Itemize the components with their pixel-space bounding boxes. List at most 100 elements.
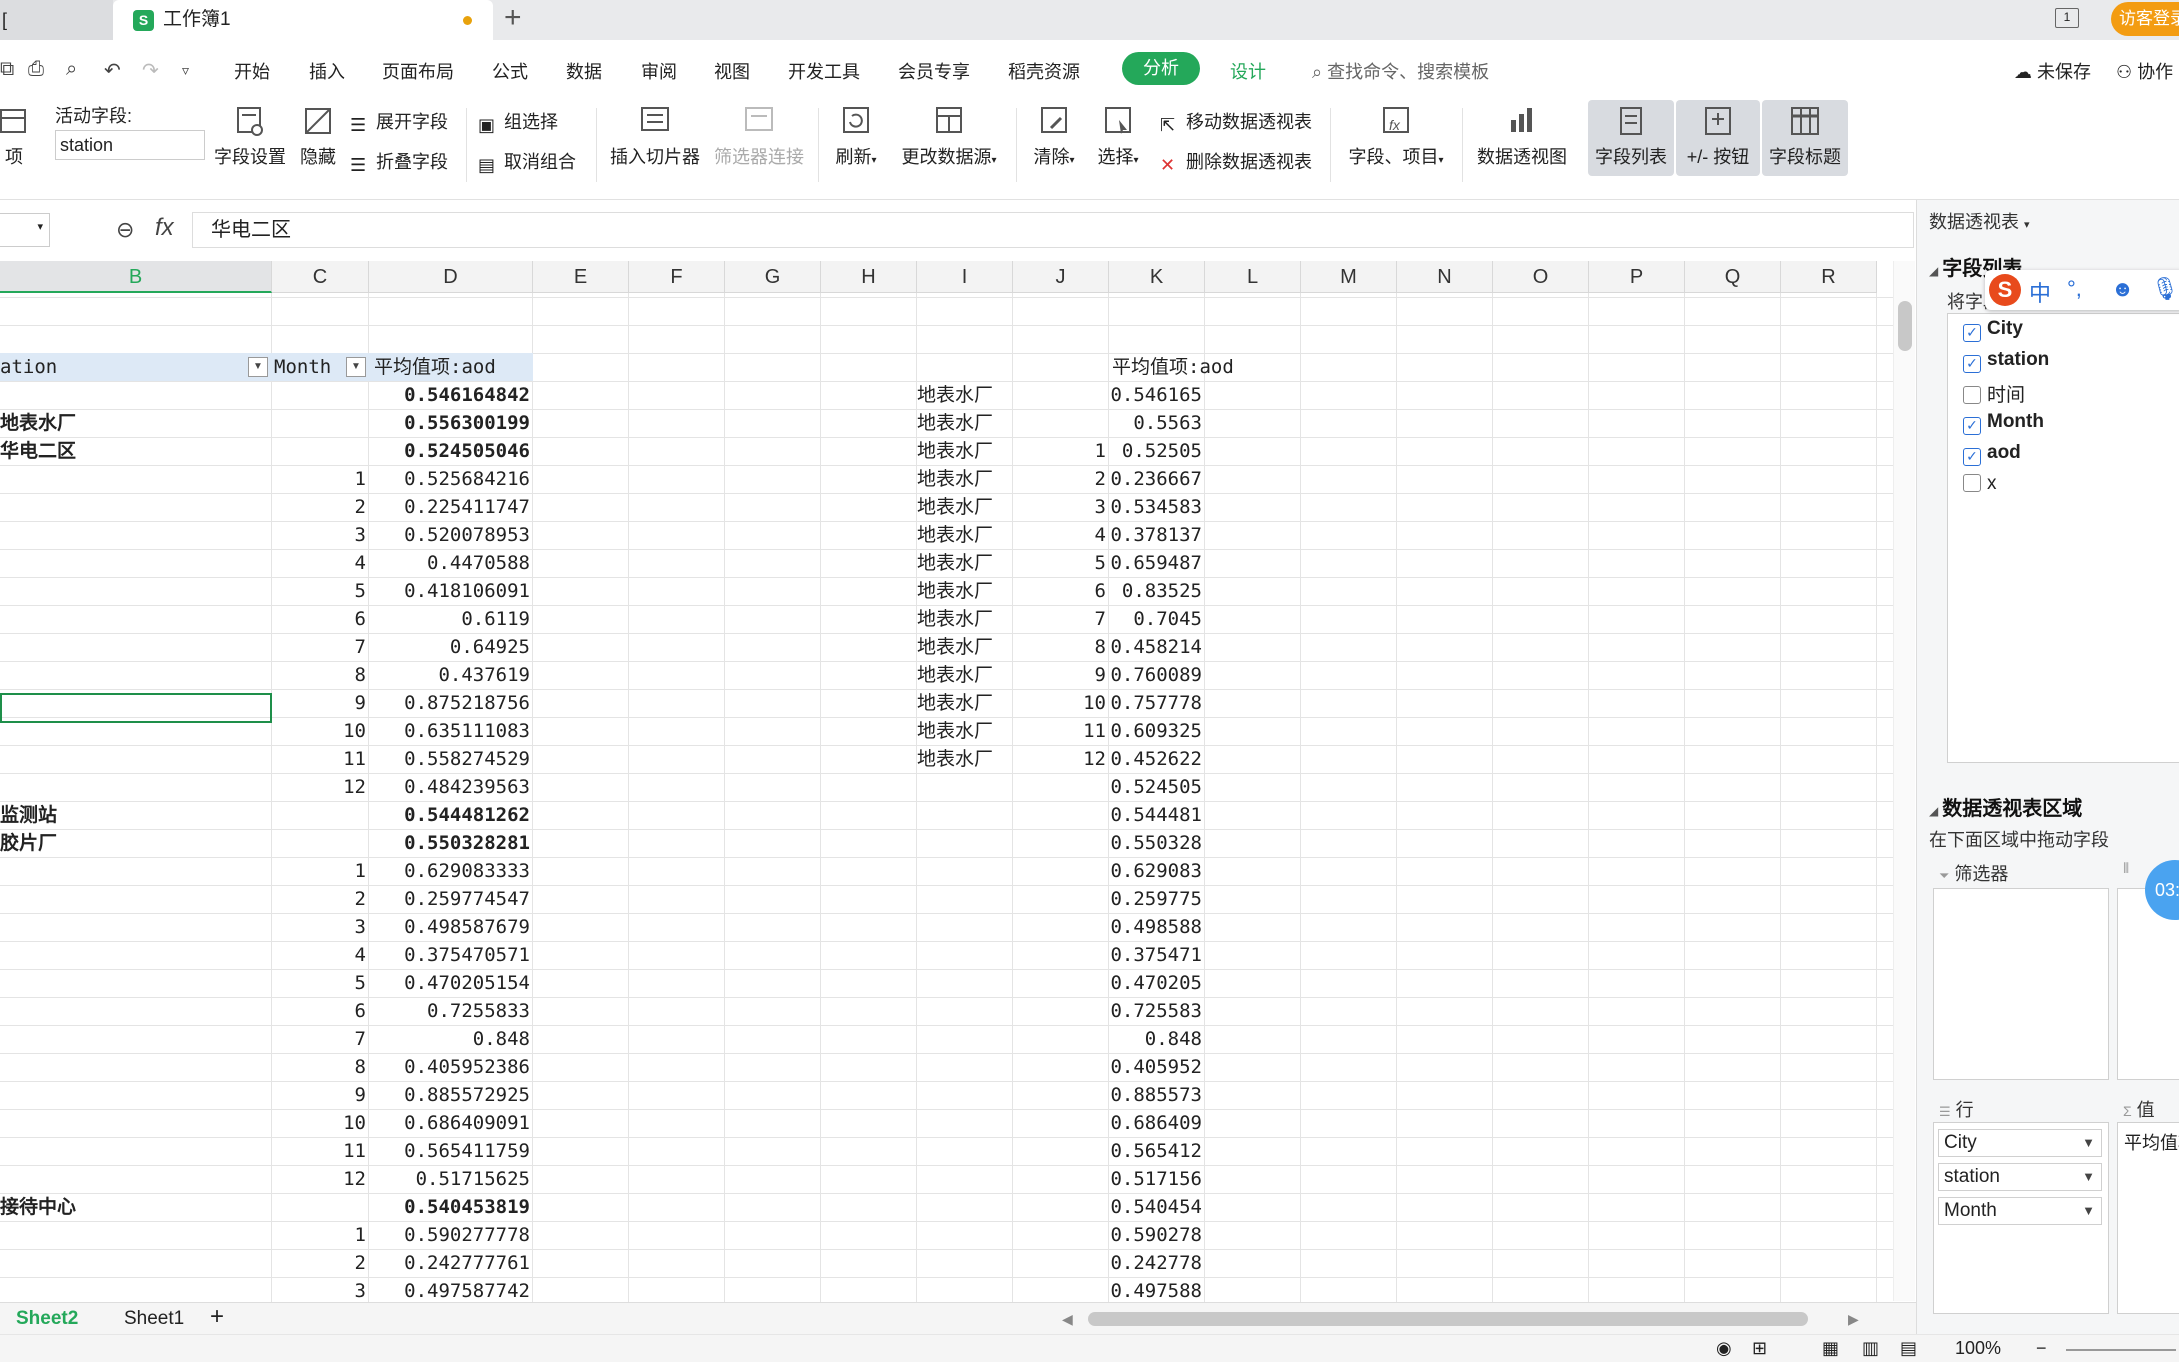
- column-header-m[interactable]: M: [1301, 261, 1397, 293]
- unchecked-checkbox-icon[interactable]: [1963, 386, 1981, 404]
- cell-k[interactable]: 0.5563: [1109, 409, 1205, 437]
- command-search[interactable]: ⌕ 查找命令、搜索模板: [1312, 58, 1489, 84]
- cell-d[interactable]: 0.225411747: [369, 493, 533, 521]
- field-item[interactable]: 时间: [1963, 380, 2025, 407]
- cell-j[interactable]: [1013, 857, 1109, 885]
- cell-i[interactable]: 地表水厂: [917, 381, 1013, 409]
- cell-c[interactable]: 3: [272, 913, 369, 941]
- cell-j[interactable]: [1013, 1109, 1109, 1137]
- horizontal-scroll-thumb[interactable]: [1088, 1312, 1808, 1326]
- cell-j[interactable]: [1013, 381, 1109, 409]
- name-box[interactable]: ▾: [0, 213, 50, 247]
- ungroup-button[interactable]: ▤ 取消组合: [478, 148, 576, 175]
- cell-b[interactable]: [0, 941, 272, 969]
- cell-d[interactable]: 0.7255833: [369, 997, 533, 1025]
- cell-k[interactable]: 0.725583: [1109, 997, 1205, 1025]
- unsaved-status[interactable]: ☁ 未保存: [2014, 58, 2091, 84]
- cell-i[interactable]: [917, 773, 1013, 801]
- menu-data[interactable]: 数据: [566, 58, 602, 84]
- cell-k[interactable]: 0.686409: [1109, 1109, 1205, 1137]
- tab-design[interactable]: 设计: [1230, 58, 1266, 84]
- cell-i[interactable]: 地表水厂: [917, 661, 1013, 689]
- window-switch-icon[interactable]: 1: [2055, 8, 2079, 28]
- menu-page-layout[interactable]: 页面布局: [382, 58, 454, 84]
- chip-dropdown-icon[interactable]: ▼: [2082, 1198, 2095, 1224]
- chip-dropdown-icon[interactable]: ▼: [2082, 1130, 2095, 1156]
- cell-c[interactable]: 5: [272, 969, 369, 997]
- rows-area-box[interactable]: City ▼ station ▼ Month ▼: [1933, 1122, 2109, 1314]
- cell-d[interactable]: 0.484239563: [369, 773, 533, 801]
- field-item[interactable]: ✓ City: [1963, 318, 2023, 342]
- checked-checkbox-icon[interactable]: ✓: [1963, 448, 1981, 466]
- cell-j[interactable]: [1013, 1165, 1109, 1193]
- cell-i[interactable]: [917, 997, 1013, 1025]
- cell-i[interactable]: 地表水厂: [917, 465, 1013, 493]
- cell-b[interactable]: [0, 1249, 272, 1277]
- cell-i[interactable]: [917, 1109, 1013, 1137]
- cell-k[interactable]: 0.760089: [1109, 661, 1205, 689]
- visitor-login-button[interactable]: 访客登录: [2111, 2, 2179, 36]
- cell-c[interactable]: 10: [272, 1109, 369, 1137]
- cell-d[interactable]: 0.470205154: [369, 969, 533, 997]
- tab-analyze[interactable]: 分析: [1122, 52, 1200, 85]
- normal-view-icon[interactable]: ▦: [1822, 1338, 1839, 1359]
- cell-c[interactable]: 5: [272, 577, 369, 605]
- cell-d[interactable]: 0.629083333: [369, 857, 533, 885]
- cell-i[interactable]: [917, 1221, 1013, 1249]
- areas-section[interactable]: ◢ 数据透视表区域: [1929, 792, 2082, 821]
- column-header-q[interactable]: Q: [1685, 261, 1781, 293]
- cell-b[interactable]: 接待中心: [0, 1193, 272, 1221]
- cell-k[interactable]: 0.517156: [1109, 1165, 1205, 1193]
- cell-j[interactable]: 12: [1013, 745, 1109, 773]
- cell-d[interactable]: 0.4470588: [369, 549, 533, 577]
- cell-k[interactable]: 0.452622: [1109, 745, 1205, 773]
- cell-k[interactable]: 0.458214: [1109, 633, 1205, 661]
- cell-j[interactable]: [1013, 1081, 1109, 1109]
- cell-c[interactable]: 7: [272, 633, 369, 661]
- document-tab[interactable]: S 工作簿1: [113, 0, 493, 40]
- cell-d[interactable]: 0.635111083: [369, 717, 533, 745]
- cell-b[interactable]: [0, 1221, 272, 1249]
- delete-pivot-button[interactable]: ✕ 删除数据透视表: [1160, 148, 1312, 175]
- filter-area-box[interactable]: [1933, 888, 2109, 1080]
- cell-b[interactable]: [0, 857, 272, 885]
- menu-view[interactable]: 视图: [714, 58, 750, 84]
- cell-c[interactable]: 1: [272, 857, 369, 885]
- cell-d[interactable]: 0.6119: [369, 605, 533, 633]
- cell-d[interactable]: 0.875218756: [369, 689, 533, 717]
- station-filter-dropdown-icon[interactable]: ▼: [248, 357, 268, 377]
- page-view-icon[interactable]: ▥: [1862, 1338, 1879, 1359]
- collapse-field-button[interactable]: ☰ 折叠字段: [350, 148, 448, 175]
- cell-i[interactable]: [917, 1249, 1013, 1277]
- cell-b[interactable]: [0, 1165, 272, 1193]
- cell-c[interactable]: 12: [272, 1165, 369, 1193]
- cell-k[interactable]: 0.540454: [1109, 1193, 1205, 1221]
- cell-d[interactable]: 0.556300199: [369, 409, 533, 437]
- cell-d[interactable]: 0.565411759: [369, 1137, 533, 1165]
- cell-j[interactable]: 2: [1013, 465, 1109, 493]
- cell-j[interactable]: [1013, 1053, 1109, 1081]
- cell-k[interactable]: 0.565412: [1109, 1137, 1205, 1165]
- collaborate-button[interactable]: ⚇ 协作: [2116, 58, 2173, 84]
- menu-review[interactable]: 审阅: [641, 58, 677, 84]
- cell-i[interactable]: [917, 1137, 1013, 1165]
- cell-b[interactable]: 华电二区: [0, 437, 272, 465]
- cell-j[interactable]: 10: [1013, 689, 1109, 717]
- print-icon[interactable]: ⎙: [28, 58, 44, 81]
- cell-c[interactable]: 9: [272, 1081, 369, 1109]
- unchecked-checkbox-icon[interactable]: [1963, 474, 1981, 492]
- cell-c[interactable]: 4: [272, 549, 369, 577]
- cell-k[interactable]: 0.590278: [1109, 1221, 1205, 1249]
- cell-k[interactable]: 0.470205: [1109, 969, 1205, 997]
- cell-k[interactable]: 0.848: [1109, 1025, 1205, 1053]
- cell-j[interactable]: [1013, 969, 1109, 997]
- cell-c[interactable]: 1: [272, 1221, 369, 1249]
- cell-k[interactable]: 0.242778: [1109, 1249, 1205, 1277]
- column-header-c[interactable]: C: [272, 261, 369, 293]
- cell-c[interactable]: 2: [272, 493, 369, 521]
- cell-b[interactable]: [0, 521, 272, 549]
- pivot-chart-button[interactable]: 数据透视图: [1472, 104, 1572, 169]
- cell-c[interactable]: 11: [272, 745, 369, 773]
- cell-c[interactable]: 2: [272, 1249, 369, 1277]
- checked-checkbox-icon[interactable]: ✓: [1963, 355, 1981, 373]
